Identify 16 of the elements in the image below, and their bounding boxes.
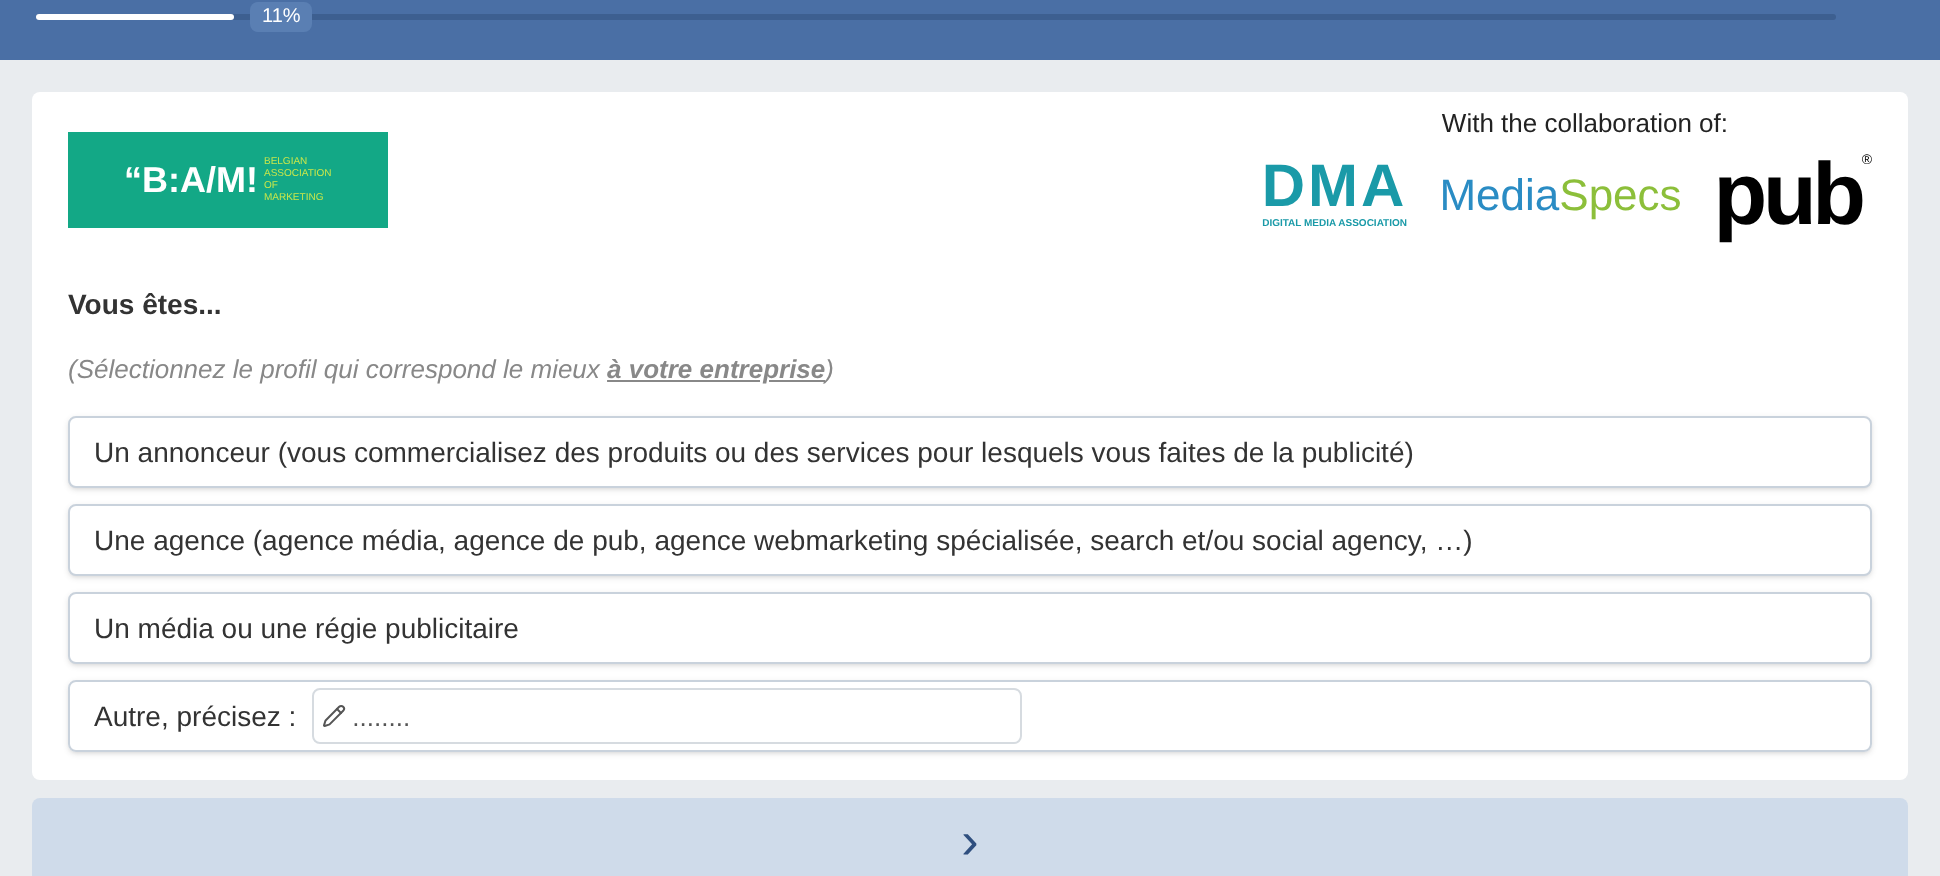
other-label: Autre, précisez : [94,697,297,736]
answer-option[interactable]: Un annonceur (vous commercialisez des produits ou des services pour lesquels vous faites de la publicité) [68,416,1872,488]
logo-mark: Media [1439,173,1560,217]
logo-mark: “B:A/M! [124,157,258,203]
logo-mark: DMA [1261,157,1408,218]
question-title: Vous êtes... [68,285,224,323]
logo-caption: Specs [1559,173,1682,217]
collaboration-label: With the collaboration of: [1441,106,1728,142]
answer-option[interactable]: Une agence (agence média, agence de pub, agence webmarketing spécialisée, search et/ou social agency, …) [68,504,1872,576]
question-hint: (Sélectionnez le profil qui correspond le mieux à votre entreprise) [68,351,836,388]
other-input-field[interactable]: ........ [312,688,1023,744]
pencil-icon [322,704,347,728]
next-button[interactable]: › [32,798,1908,876]
answer-option[interactable]: Un média ou une régie publicitaire [68,592,1872,664]
progress-label: 11% [250,2,313,32]
logo-mark: pub [1713,151,1862,239]
